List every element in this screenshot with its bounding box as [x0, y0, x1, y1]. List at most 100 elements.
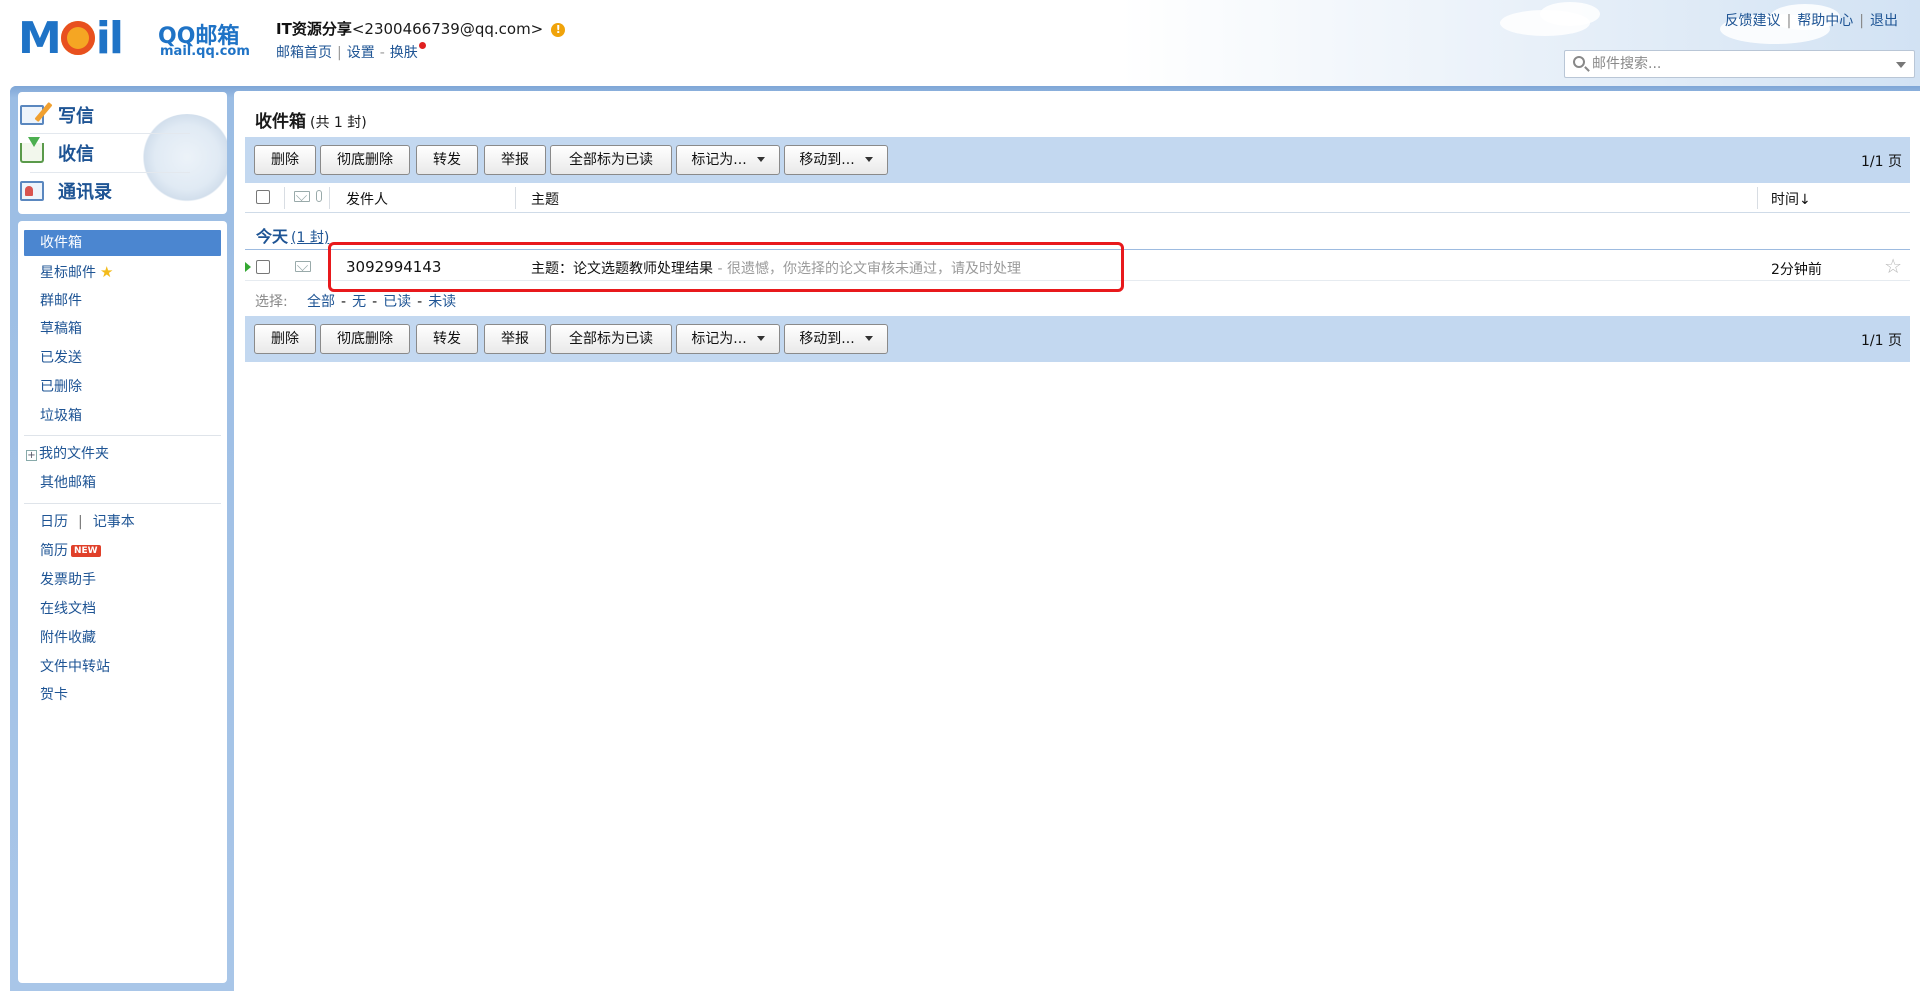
- select-all-checkbox[interactable]: [256, 190, 270, 204]
- list-header: 发件人 主题 时间↓: [245, 183, 1910, 213]
- mark-all-read-button[interactable]: 全部标为已读: [550, 145, 672, 175]
- resume-label: 简历: [40, 543, 68, 559]
- folder-deleted[interactable]: 已删除: [24, 374, 221, 400]
- notification-dot-icon: [418, 42, 426, 49]
- new-badge: NEW: [71, 545, 101, 557]
- delete-button[interactable]: 删除: [254, 145, 316, 175]
- star-toggle-icon[interactable]: ☆: [1884, 254, 1902, 278]
- forward-button[interactable]: 转发: [416, 145, 478, 175]
- mail-count: (共 1 封): [310, 115, 367, 131]
- group-count[interactable]: (1 封): [291, 230, 329, 246]
- forward-button[interactable]: 转发: [416, 324, 478, 354]
- help-center-link[interactable]: 帮助中心: [1797, 13, 1853, 29]
- select-label: 选择:: [255, 294, 288, 310]
- move-to-dropdown[interactable]: 移动到...: [784, 324, 888, 354]
- row-checkbox[interactable]: [256, 260, 270, 274]
- mark-as-dropdown[interactable]: 标记为...: [676, 324, 780, 354]
- nav-mail-home[interactable]: 邮箱首页: [276, 45, 332, 61]
- folder-drafts[interactable]: 草稿箱: [24, 316, 221, 342]
- row-subject: 主题：论文选题教师处理结果 - 很遗憾，你选择的论文审核未通过，请及时处理: [531, 258, 1021, 278]
- attachments-link[interactable]: 附件收藏: [24, 625, 221, 651]
- resume-link[interactable]: 简历 NEW: [24, 538, 221, 564]
- folder-starred[interactable]: 星标邮件 ★: [24, 259, 221, 285]
- compose-label: 写信: [58, 106, 94, 127]
- calendar-link[interactable]: 日历: [40, 514, 68, 530]
- page-title: 收件箱 (共 1 封): [255, 107, 367, 132]
- compose-button[interactable]: 写信: [20, 98, 200, 132]
- divider: [24, 435, 221, 436]
- account-email: <2300466739@qq.com>: [351, 20, 544, 38]
- folder-spam[interactable]: 垃圾箱: [24, 403, 221, 429]
- notebook-link[interactable]: 记事本: [93, 514, 135, 530]
- move-to-dropdown[interactable]: 移动到...: [784, 145, 888, 175]
- contacts-icon: [20, 181, 44, 201]
- date-group-header: 今天 (1 封): [256, 223, 329, 247]
- mark-as-dropdown[interactable]: 标记为...: [676, 145, 780, 175]
- contacts-button[interactable]: 通讯录: [20, 174, 200, 208]
- divider: [30, 133, 190, 134]
- mark-all-read-button[interactable]: 全部标为已读: [550, 324, 672, 354]
- attachment-icon: [316, 190, 322, 202]
- select-none-link[interactable]: 无: [352, 294, 366, 310]
- move-to-label: 移动到...: [799, 152, 855, 168]
- folder-list: 收件箱 星标邮件 ★ 群邮件 草稿箱 已发送 已删除 垃圾箱 + 我的文件夹 其他邮…: [18, 221, 227, 983]
- group-divider: [245, 249, 1910, 250]
- mail-search[interactable]: [1564, 50, 1915, 78]
- contacts-label: 通讯录: [58, 182, 112, 203]
- my-folders[interactable]: + 我的文件夹: [24, 441, 221, 467]
- feedback-link[interactable]: 反馈建议: [1725, 13, 1781, 29]
- delete-forever-button[interactable]: 彻底删除: [320, 324, 410, 354]
- select-all-link[interactable]: 全部: [307, 294, 335, 310]
- receive-button[interactable]: 收信: [20, 136, 200, 170]
- time-column-header[interactable]: 时间↓: [1771, 189, 1811, 209]
- pager: 1/1 页: [1861, 333, 1902, 349]
- column-separator: [329, 187, 330, 209]
- nav-skin[interactable]: 换肤: [390, 45, 418, 61]
- column-separator: [1757, 187, 1758, 209]
- subject-column-header[interactable]: 主题: [531, 189, 559, 209]
- report-button[interactable]: 举报: [484, 145, 546, 175]
- other-mailboxes[interactable]: 其他邮箱: [24, 470, 221, 496]
- expand-plus-icon[interactable]: +: [26, 450, 37, 461]
- folder-sent[interactable]: 已发送: [24, 345, 221, 371]
- receive-icon: [20, 137, 44, 163]
- header: Mil QQ邮箱 mail.qq.com IT资源分享<2300466739@q…: [0, 0, 1920, 86]
- caret-down-icon: [864, 157, 873, 162]
- delete-button[interactable]: 删除: [254, 324, 316, 354]
- caret-down-icon: [756, 157, 765, 162]
- select-read-link[interactable]: 已读: [383, 294, 411, 310]
- search-input[interactable]: [1592, 54, 1882, 74]
- folder-inbox[interactable]: 收件箱: [24, 230, 221, 256]
- logout-link[interactable]: 退出: [1870, 13, 1898, 29]
- inbox-title: 收件箱: [255, 112, 306, 132]
- pager: 1/1 页: [1861, 154, 1902, 170]
- logo-mark: Mil: [18, 13, 124, 64]
- search-dropdown-icon[interactable]: [1896, 62, 1906, 68]
- unread-flag-icon: [245, 262, 251, 272]
- caret-down-icon: [756, 336, 765, 341]
- envelope-icon: [295, 261, 311, 272]
- my-folders-label: 我的文件夹: [39, 446, 109, 462]
- invoice-helper-link[interactable]: 发票助手: [24, 567, 221, 593]
- row-preview: - 很遗憾，你选择的论文审核未通过，请及时处理: [713, 261, 1021, 277]
- receive-label: 收信: [58, 144, 94, 165]
- report-button[interactable]: 举报: [484, 324, 546, 354]
- top-nav: 邮箱首页 | 设置 - 换肤: [276, 42, 426, 62]
- warning-icon[interactable]: !: [551, 23, 566, 37]
- caret-down-icon: [864, 336, 873, 341]
- file-transfer-link[interactable]: 文件中转站: [24, 654, 221, 680]
- delete-forever-button[interactable]: 彻底删除: [320, 145, 410, 175]
- folder-group-mail[interactable]: 群邮件: [24, 288, 221, 314]
- greeting-cards-link[interactable]: 贺卡: [24, 682, 221, 708]
- sender-column-header[interactable]: 发件人: [346, 189, 388, 209]
- mail-row[interactable]: 3092994143 主题：论文选题教师处理结果 - 很遗憾，你选择的论文审核未…: [245, 253, 1910, 281]
- search-icon: [1573, 56, 1585, 68]
- nav-settings[interactable]: 设置: [347, 45, 375, 61]
- compose-icon: [20, 105, 44, 125]
- select-unread-link[interactable]: 未读: [428, 294, 456, 310]
- logo[interactable]: Mil QQ邮箱 mail.qq.com: [18, 14, 253, 64]
- divider: [30, 172, 190, 173]
- online-docs-link[interactable]: 在线文档: [24, 596, 221, 622]
- toolbar-top: 删除 彻底删除 转发 举报 全部标为已读 标记为... 移动到... 1/1 页: [245, 137, 1910, 183]
- row-time: 2分钟前: [1771, 262, 1822, 278]
